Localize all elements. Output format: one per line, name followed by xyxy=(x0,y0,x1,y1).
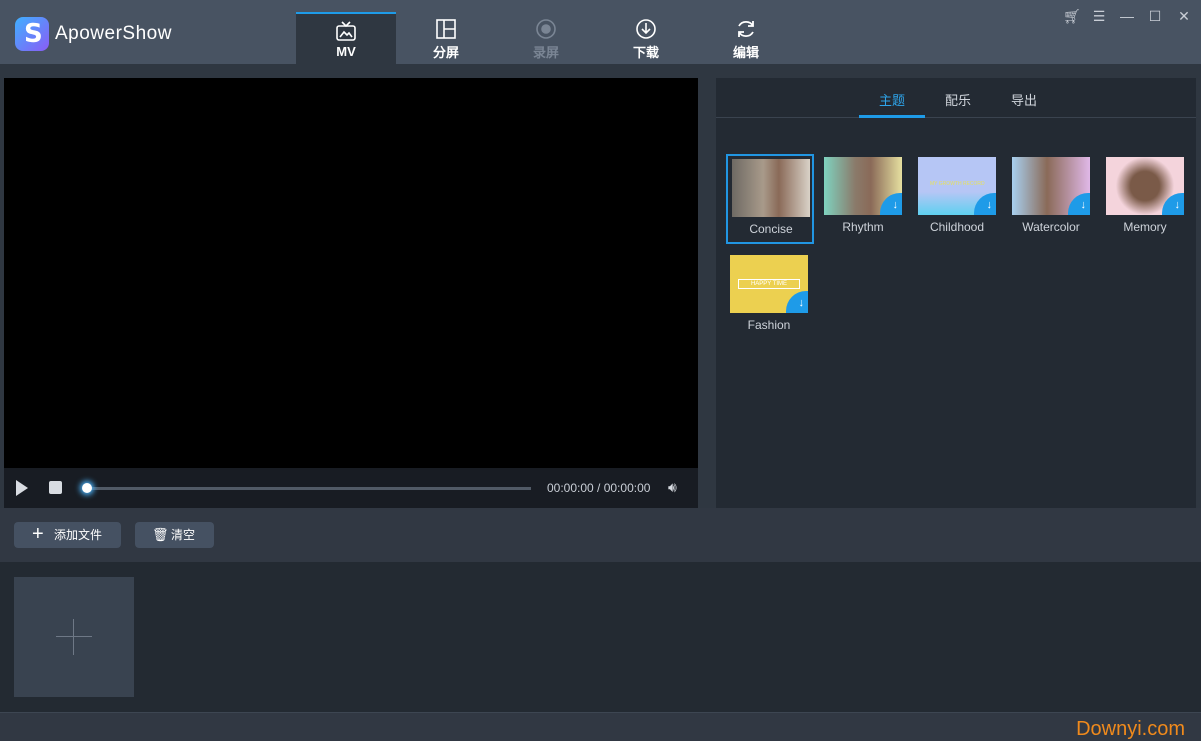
tab-record[interactable]: 录屏 xyxy=(496,12,596,64)
add-file-tile[interactable] xyxy=(14,577,134,697)
theme-label: Fashion xyxy=(747,318,791,332)
tv-icon xyxy=(336,21,356,41)
plus-icon xyxy=(73,619,74,655)
minimize-icon[interactable]: — xyxy=(1116,6,1138,26)
file-toolbar: + 添加文件 🗑︎ 清空 xyxy=(0,508,1201,562)
tab-music[interactable]: 配乐 xyxy=(945,90,971,109)
theme-thumbnail: ↓ xyxy=(1106,157,1184,215)
volume-icon[interactable]: 🔊︎ xyxy=(668,479,677,496)
theme-thumbnail: ↓ xyxy=(1012,157,1090,215)
theme-label: Memory xyxy=(1123,220,1167,234)
tab-label: 编辑 xyxy=(732,45,759,60)
tab-label: 下载 xyxy=(632,45,659,60)
play-icon[interactable] xyxy=(16,480,28,496)
trash-icon: 🗑︎ xyxy=(152,527,169,542)
download-icon: ↓ xyxy=(1068,193,1090,215)
button-label: 添加文件 xyxy=(54,528,103,542)
tab-divider xyxy=(716,117,1196,118)
add-files-button[interactable]: + 添加文件 xyxy=(14,522,121,548)
theme-label: Childhood xyxy=(929,220,985,234)
theme-fashion[interactable]: HAPPY TIME ↓ Fashion xyxy=(726,252,814,342)
theme-concise[interactable]: Concise xyxy=(726,154,814,244)
active-tab-indicator xyxy=(859,115,925,118)
tab-label: 录屏 xyxy=(532,45,559,60)
thumbnail-text: MY GROWTH RECORD xyxy=(930,181,985,187)
theme-thumbnail: HAPPY TIME ↓ xyxy=(730,255,808,313)
clear-button[interactable]: 🗑︎ 清空 xyxy=(135,522,214,548)
status-bar: Downyi.com xyxy=(0,712,1201,741)
app-title: ApowerShow xyxy=(55,23,172,44)
split-screen-icon xyxy=(436,19,456,39)
theme-thumbnail: MY GROWTH RECORD ↓ xyxy=(918,157,996,215)
download-icon xyxy=(636,19,656,39)
close-icon[interactable]: ✕ xyxy=(1173,6,1195,26)
video-preview xyxy=(4,78,698,468)
cart-icon[interactable]: 🛒︎ xyxy=(1061,6,1083,26)
theme-watercolor[interactable]: ↓ Watercolor xyxy=(1008,154,1096,244)
tab-edit[interactable]: 编辑 xyxy=(696,12,796,64)
button-label: 清空 xyxy=(171,528,196,542)
menu-icon[interactable]: ☰ xyxy=(1088,6,1110,26)
progress-bar[interactable] xyxy=(86,487,531,490)
theme-label: Watercolor xyxy=(1022,220,1080,234)
theme-label: Rhythm xyxy=(842,220,884,234)
stop-icon[interactable] xyxy=(49,481,62,494)
theme-label: Concise xyxy=(749,222,793,236)
theme-thumbnail xyxy=(732,159,810,217)
tab-theme[interactable]: 主题 xyxy=(879,90,905,109)
record-icon xyxy=(536,19,556,39)
download-icon: ↓ xyxy=(880,193,902,215)
thumbnail-text: HAPPY TIME xyxy=(738,279,800,289)
app-logo: S xyxy=(15,17,49,51)
theme-memory[interactable]: ↓ Memory xyxy=(1102,154,1190,244)
watermark: Downyi.com xyxy=(1076,718,1185,740)
theme-rhythm[interactable]: ↓ Rhythm xyxy=(820,154,908,244)
tab-download[interactable]: 下载 xyxy=(596,12,696,64)
maximize-icon[interactable]: ☐ xyxy=(1144,6,1166,26)
tab-label: 分屏 xyxy=(432,45,459,60)
right-panel: 主题 配乐 导出 Concise ↓ Rhythm MY GROWTH RECO… xyxy=(716,78,1196,508)
tab-label: MV xyxy=(336,44,356,59)
download-icon: ↓ xyxy=(786,291,808,313)
plus-icon: + xyxy=(32,523,44,545)
tab-export[interactable]: 导出 xyxy=(1011,90,1037,109)
time-display: 00:00:00 / 00:00:00 xyxy=(547,481,651,495)
theme-thumbnail: ↓ xyxy=(824,157,902,215)
tab-split-screen[interactable]: 分屏 xyxy=(396,12,496,64)
theme-childhood[interactable]: MY GROWTH RECORD ↓ Childhood xyxy=(914,154,1002,244)
tab-mv[interactable]: MV xyxy=(296,12,396,64)
progress-handle[interactable] xyxy=(82,483,92,493)
title-bar: S ApowerShow MV 分屏 录屏 下载 编辑 🛒︎ ☰ — ☐ ✕ xyxy=(0,0,1201,64)
file-list xyxy=(0,562,1201,712)
player-controls: 00:00:00 / 00:00:00 🔊︎ xyxy=(4,468,698,508)
download-icon: ↓ xyxy=(974,193,996,215)
plus-icon-bar xyxy=(56,636,92,637)
download-icon: ↓ xyxy=(1162,193,1184,215)
refresh-icon xyxy=(738,20,754,38)
